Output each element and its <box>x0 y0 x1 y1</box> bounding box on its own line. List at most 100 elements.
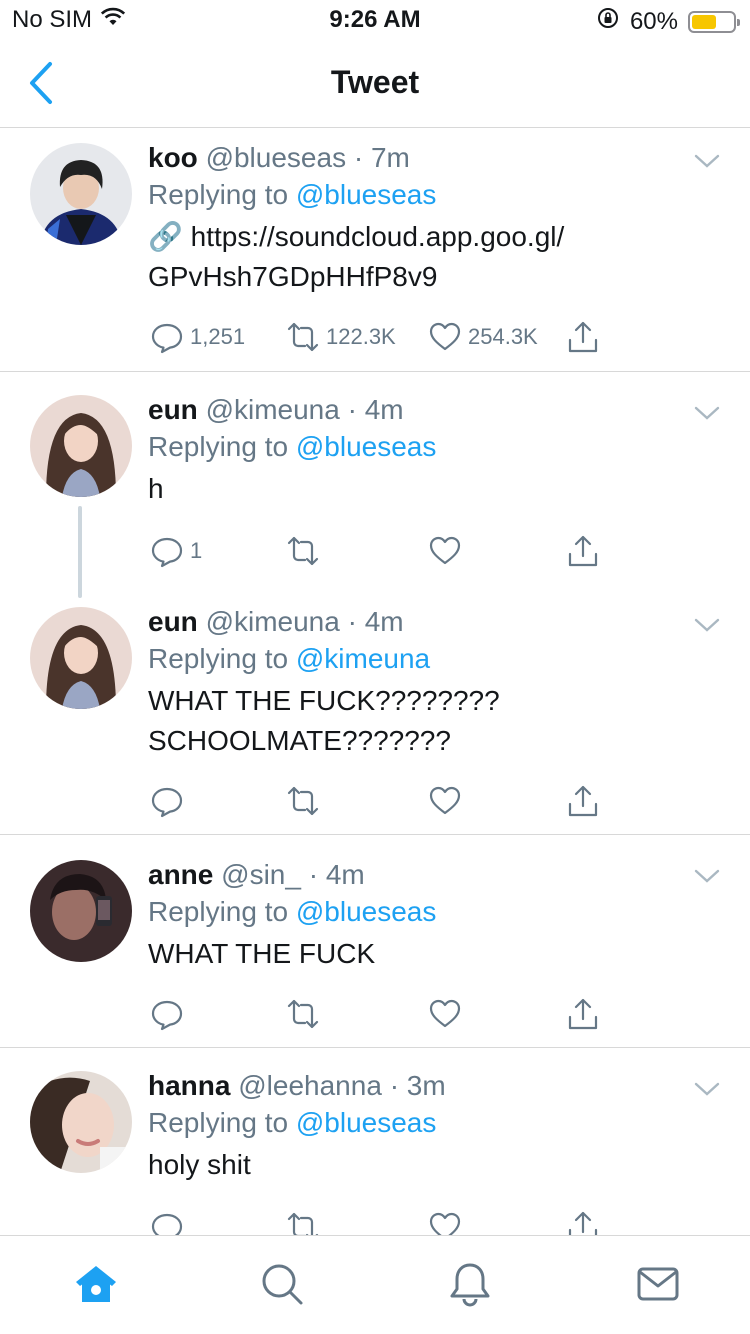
tweet[interactable]: eun @kimeuna · 4m Replying to @blueseas … <box>0 373 750 598</box>
orientation-lock-icon <box>596 6 620 37</box>
avatar[interactable] <box>30 607 132 709</box>
share-icon <box>568 321 598 353</box>
retweet-button[interactable] <box>286 1209 320 1235</box>
like-button[interactable] <box>428 996 462 1032</box>
heart-icon <box>429 322 461 351</box>
mention-link[interactable]: @kimeuna <box>296 643 430 674</box>
tweet[interactable]: hanna @leehanna · 3m Replying to @bluese… <box>0 1049 750 1235</box>
more-options-button[interactable] <box>692 866 722 886</box>
display-name[interactable]: eun <box>148 606 198 637</box>
retweet-button[interactable] <box>286 996 320 1032</box>
mention-link[interactable]: @blueseas <box>296 1107 437 1138</box>
battery-icon <box>688 10 740 33</box>
tweet-text: h <box>148 473 164 504</box>
chevron-down-icon <box>694 406 720 420</box>
tweet-content: eun @kimeuna · 4m Replying to @kimeuna W… <box>148 605 720 761</box>
heart-icon <box>429 999 461 1028</box>
share-button[interactable] <box>566 1209 600 1235</box>
tab-messages[interactable] <box>634 1260 682 1308</box>
tab-search[interactable] <box>258 1260 306 1308</box>
tweet[interactable]: eun @kimeuna · 4m Replying to @kimeuna W… <box>0 591 750 835</box>
share-icon <box>568 535 598 567</box>
battery-level <box>692 14 716 29</box>
retweet-icon <box>287 999 319 1029</box>
separator-dot: · <box>353 142 364 173</box>
user-handle[interactable]: @leehanna <box>238 1070 382 1101</box>
avatar[interactable] <box>30 395 132 497</box>
tweet-actions <box>150 1209 610 1235</box>
like-count: 254.3K <box>468 324 538 349</box>
tweet-header: anne @sin_ · 4m <box>148 858 720 892</box>
share-icon <box>568 1211 598 1235</box>
tweet[interactable]: anne @sin_ · 4m Replying to @blueseas WH… <box>0 836 750 1048</box>
more-options-button[interactable] <box>692 151 722 171</box>
like-button[interactable] <box>428 783 462 819</box>
heart-icon <box>429 786 461 815</box>
reply-button[interactable] <box>150 1209 184 1235</box>
avatar[interactable] <box>30 143 132 245</box>
tweet-thread[interactable]: koo @blueseas · 7m Replying to @blueseas… <box>0 129 750 1235</box>
tweet-actions <box>150 996 610 1032</box>
reply-button[interactable] <box>150 783 184 819</box>
mention-link[interactable]: @blueseas <box>296 431 437 462</box>
tweet-actions: 1 <box>150 533 610 569</box>
share-icon <box>568 785 598 817</box>
user-handle[interactable]: @sin_ <box>221 859 301 890</box>
user-handle[interactable]: @kimeuna <box>206 606 340 637</box>
display-name[interactable]: eun <box>148 394 198 425</box>
retweet-icon <box>287 322 319 352</box>
reply-icon <box>151 1000 183 1031</box>
replying-prefix: Replying to <box>148 179 289 210</box>
replying-to: Replying to @blueseas <box>148 892 720 932</box>
display-name[interactable]: koo <box>148 142 198 173</box>
tweet-link[interactable]: https://soundcloud.app.goo.gl/ <box>191 221 565 252</box>
more-options-button[interactable] <box>692 403 722 423</box>
user-handle[interactable]: @blueseas <box>206 142 347 173</box>
tweet-link-continued[interactable]: GPvHsh7GDpHHfP8v9 <box>148 261 437 292</box>
tweet-actions: 1,251 122.3K 254.3K <box>150 319 610 355</box>
retweet-icon <box>287 786 319 816</box>
reply-icon <box>151 787 183 818</box>
reply-icon <box>151 323 183 354</box>
user-handle[interactable]: @kimeuna <box>206 394 340 425</box>
share-button[interactable] <box>566 533 600 569</box>
more-options-button[interactable] <box>692 1079 722 1099</box>
reply-icon <box>151 1213 183 1235</box>
retweet-button[interactable] <box>286 783 320 819</box>
reply-icon <box>151 537 183 568</box>
timestamp: 4m <box>325 859 365 890</box>
replying-prefix: Replying to <box>148 1107 289 1138</box>
display-name[interactable]: anne <box>148 859 213 890</box>
reply-button[interactable] <box>150 996 184 1032</box>
mail-icon <box>637 1267 679 1301</box>
chevron-down-icon <box>694 618 720 632</box>
timestamp: 4m <box>364 394 404 425</box>
replying-to: Replying to @blueseas <box>148 427 720 467</box>
retweet-button[interactable]: 122.3K <box>286 319 396 355</box>
avatar[interactable] <box>30 1071 132 1173</box>
retweet-button[interactable] <box>286 533 320 569</box>
avatar[interactable] <box>30 860 132 962</box>
like-button[interactable] <box>428 1209 462 1235</box>
tab-notifications[interactable] <box>446 1260 494 1308</box>
tweet[interactable]: koo @blueseas · 7m Replying to @blueseas… <box>0 129 750 372</box>
tab-home[interactable] <box>72 1260 120 1308</box>
reply-button[interactable]: 1,251 <box>150 319 245 355</box>
more-options-button[interactable] <box>692 615 722 635</box>
share-button[interactable] <box>566 319 600 355</box>
share-button[interactable] <box>566 996 600 1032</box>
mention-link[interactable]: @blueseas <box>296 179 437 210</box>
display-name[interactable]: hanna <box>148 1070 230 1101</box>
mention-link[interactable]: @blueseas <box>296 896 437 927</box>
tweet-header: eun @kimeuna · 4m <box>148 605 720 639</box>
chevron-down-icon <box>694 869 720 883</box>
reply-button[interactable]: 1 <box>150 533 202 569</box>
tweet-header: eun @kimeuna · 4m <box>148 393 720 427</box>
replying-prefix: Replying to <box>148 431 289 462</box>
tweet-content: eun @kimeuna · 4m Replying to @blueseas … <box>148 393 720 509</box>
thread-connector <box>78 506 82 598</box>
chevron-down-icon <box>694 154 720 168</box>
like-button[interactable]: 254.3K <box>428 319 538 355</box>
share-button[interactable] <box>566 783 600 819</box>
like-button[interactable] <box>428 533 462 569</box>
